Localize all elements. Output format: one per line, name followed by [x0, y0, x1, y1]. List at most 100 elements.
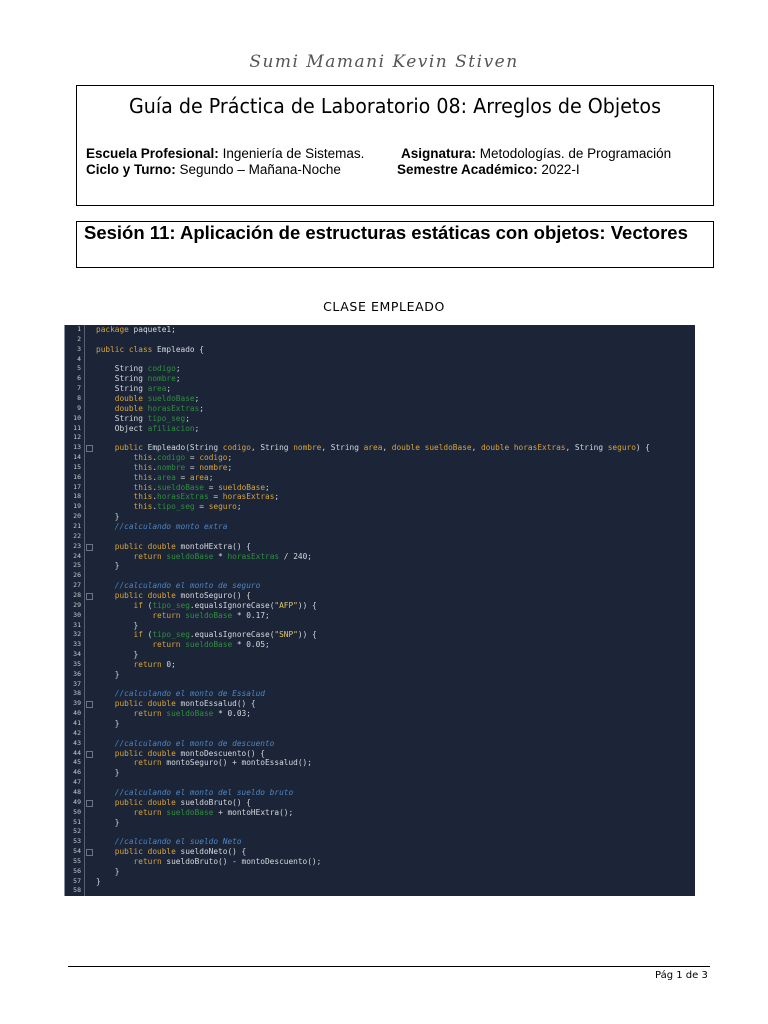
code-text: } [96, 620, 139, 630]
code-keyword: double [96, 403, 148, 413]
code-line: 20 } [65, 512, 695, 522]
code-field: horasExtras [147, 403, 200, 413]
code-text: montoDescuento() { [175, 748, 266, 758]
fold-toggle-icon[interactable] [86, 592, 93, 600]
code-field: nombre [157, 462, 186, 472]
line-number: 10 [73, 413, 81, 422]
code-source: this.nombre = nombre; [96, 462, 233, 473]
code-keyword: area [363, 443, 383, 453]
code-source: String nombre; [96, 374, 181, 384]
code-keyword: public double [96, 847, 176, 857]
code-comment: //calculando monto extra [96, 522, 228, 531]
line-number: 22 [73, 531, 81, 540]
code-line: 41 } [65, 719, 695, 729]
code-text: ; [175, 374, 181, 384]
line-number: 58 [73, 886, 81, 895]
line-number: 53 [73, 837, 81, 846]
code-keyword: package [96, 325, 129, 334]
line-number: 23 [73, 541, 81, 550]
code-line: 32 if (tipo_seg.equalsIgnoreCase("SNP"))… [65, 630, 695, 640]
code-keyword: public class [96, 344, 153, 354]
code-keyword: seguro [208, 502, 237, 512]
code-keyword: public double [96, 797, 176, 807]
line-number: 8 [77, 393, 81, 402]
code-text: ; [227, 462, 233, 472]
code-text: = [194, 502, 209, 512]
code-line: 28 public double montoSeguro() { [65, 591, 695, 601]
code-comment: //calculando el monto de descuento [96, 738, 275, 748]
code-field: sueldoBase [185, 610, 233, 620]
code-text: = [185, 453, 200, 463]
fold-toggle-icon[interactable] [86, 750, 93, 758]
code-line: 33 return sueldoBase * 0.05; [65, 640, 695, 650]
code-keyword: public double [96, 590, 176, 600]
line-number: 51 [73, 817, 81, 826]
code-line: 1 package paquete1; [65, 325, 695, 335]
code-line: 49 public double sueldoBruto() { [65, 798, 695, 808]
code-keyword: return [96, 610, 186, 620]
fold-toggle-icon[interactable] [86, 849, 93, 857]
code-source: String area; [96, 384, 171, 394]
code-line: 26 [65, 571, 695, 581]
fold-toggle-icon[interactable] [86, 701, 93, 709]
code-source: if (tipo_seg.equalsIgnoreCase("AFP")) { [96, 601, 317, 611]
code-text: sueldoNeto() { [175, 847, 247, 857]
code-text: } [96, 669, 120, 679]
code-line: 18 this.horasExtras = horasExtras; [65, 492, 695, 502]
code-comment: //calculando el monto de Essalud [96, 689, 265, 699]
code-text: ; [208, 472, 214, 482]
code-string: "AFP" [274, 600, 298, 610]
code-text: , String [250, 443, 294, 453]
code-source: double horasExtras; [96, 404, 204, 414]
code-field: sueldoBase [166, 807, 214, 817]
line-number: 54 [73, 847, 81, 856]
fold-toggle-icon[interactable] [86, 445, 93, 453]
code-line: 9 double horasExtras; [65, 404, 695, 414]
header-box: Guía de Práctica de Laboratorio 08: Arre… [76, 85, 714, 206]
code-line: 6 String nombre; [65, 374, 695, 384]
code-source: if (tipo_seg.equalsIgnoreCase("SNP")) { [96, 630, 317, 640]
code-source: return montoSeguro() + montoEssalud(); [96, 758, 312, 768]
code-line: 15 this.nombre = nombre; [65, 463, 695, 473]
code-line: 4 [65, 355, 695, 365]
code-source: this.codigo = codigo; [96, 453, 233, 463]
code-line: 14 this.codigo = codigo; [65, 453, 695, 463]
code-field: codigo [157, 453, 186, 463]
line-number: 14 [73, 453, 81, 462]
code-text: = [208, 492, 223, 502]
code-text: ; [194, 423, 200, 433]
semestre-value: 2022-I [541, 162, 580, 177]
ciclo-field: Ciclo y Turno: Segundo – Mañana-Noche [86, 162, 341, 177]
line-number: 35 [73, 659, 81, 668]
code-source: return sueldoBase + montoHExtra(); [96, 807, 294, 818]
code-source: this.horasExtras = horasExtras; [96, 492, 280, 502]
code-field: tipo_seg [147, 413, 186, 423]
fold-toggle-icon[interactable] [86, 799, 93, 807]
line-number: 1 [77, 325, 81, 333]
code-text: } [96, 512, 120, 522]
code-keyword: return [96, 709, 167, 719]
line-number: 9 [77, 403, 81, 412]
code-keyword: nombre [293, 443, 322, 453]
code-keyword: return [96, 551, 167, 561]
code-line: 19 this.tipo_seg = seguro; [65, 502, 695, 512]
fold-toggle-icon[interactable] [86, 543, 93, 551]
code-line: 45 return montoSeguro() + montoEssalud()… [65, 758, 695, 768]
code-text: } [96, 768, 120, 778]
code-field: sueldoBase [166, 551, 214, 561]
code-keyword: sueldoBase [218, 482, 266, 492]
line-number: 37 [73, 679, 81, 688]
code-text: ( [142, 630, 153, 640]
line-number: 50 [73, 807, 81, 816]
code-source: //calculando monto extra [96, 522, 228, 532]
code-line: 37 [65, 680, 695, 690]
code-line: 10 String tipo_seg; [65, 414, 695, 424]
code-source: public Empleado(String codigo, String no… [96, 443, 650, 453]
code-text: ; [199, 403, 204, 413]
line-number: 55 [73, 856, 81, 865]
section-heading: CLASE EMPLEADO [323, 299, 445, 314]
code-text: ; [265, 482, 270, 492]
code-line: 7 String area; [65, 384, 695, 394]
code-source: return sueldoBruto() - montoDescuento(); [96, 857, 322, 867]
code-field: horasExtras [227, 551, 280, 561]
